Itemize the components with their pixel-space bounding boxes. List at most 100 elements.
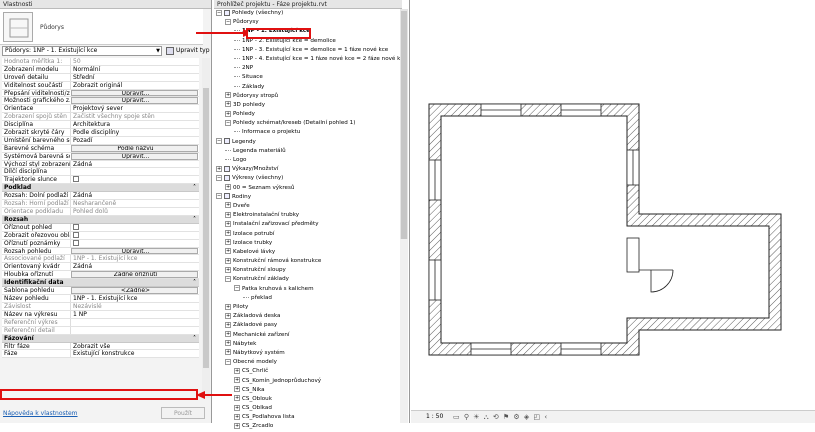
property-edit-button[interactable]: Žádné oříznutí xyxy=(71,271,198,279)
collapse-icon[interactable]: − xyxy=(216,193,222,200)
tree-item[interactable]: + CS_Podlahova lista xyxy=(214,413,402,422)
tree-item[interactable]: + Dveře xyxy=(214,202,402,211)
tree-item[interactable]: + Konstrukční sloupy xyxy=(214,266,402,275)
collapse-icon[interactable]: ˄ xyxy=(193,279,196,286)
property-edit-button[interactable]: Podle názvu xyxy=(71,144,198,152)
tree-item[interactable]: + CS_Zrcadlo xyxy=(214,422,402,431)
property-edit-button[interactable]: Upravit... xyxy=(71,152,198,160)
expand-icon[interactable]: + xyxy=(234,404,240,411)
tree-item[interactable]: 1NP - 4. Existující kce = 1 fáze nové kc… xyxy=(214,55,407,64)
tree-item[interactable]: + Pohledy xyxy=(214,110,402,119)
expand-icon[interactable]: + xyxy=(225,230,231,236)
property-group-header[interactable]: Identifikační data ˄ xyxy=(2,279,199,288)
expand-icon[interactable]: + xyxy=(225,184,231,191)
instance-filter-dropdown[interactable]: Půdorys: 1NP - 1. Existující kce ▼ xyxy=(2,46,162,56)
tree-item[interactable]: +00 = Seznam výkresů xyxy=(214,184,402,193)
expand-icon[interactable]: + xyxy=(216,165,222,172)
property-edit-button[interactable]: Upravit... xyxy=(71,97,198,105)
edit-type-button[interactable]: Upravit typ xyxy=(166,46,210,56)
checkbox[interactable] xyxy=(73,231,79,238)
property-checkbox-cell[interactable] xyxy=(70,231,199,239)
expand-icon[interactable]: + xyxy=(225,239,231,246)
tree-item[interactable]: − Konstrukční základy xyxy=(214,275,402,284)
tree-item[interactable]: − Rodiny xyxy=(214,193,402,202)
property-checkbox-cell[interactable] xyxy=(70,239,199,247)
collapse-icon[interactable]: − xyxy=(216,9,222,16)
tree-item[interactable]: − Pohledy (všechny) xyxy=(214,9,402,18)
tree-item[interactable]: − Pohledy schémat/kreseb (Detailní pohled… xyxy=(214,119,402,128)
tree-item[interactable]: − Legendy xyxy=(214,138,402,147)
collapse-icon[interactable]: ˄ xyxy=(193,216,196,223)
checkbox[interactable] xyxy=(73,239,79,246)
property-edit-button[interactable]: Upravit... xyxy=(71,247,198,255)
property-value[interactable]: Žádná xyxy=(70,263,199,271)
expand-icon[interactable]: + xyxy=(225,211,231,218)
apply-button[interactable]: Použít xyxy=(161,407,205,419)
property-value[interactable]: Projektový sever xyxy=(70,105,199,113)
tree-item[interactable]: + Nábytkový systém xyxy=(214,349,402,358)
property-value[interactable]: Zobrazit vše xyxy=(70,342,199,350)
property-group-header[interactable]: Podklad ˄ xyxy=(2,184,199,193)
property-value[interactable]: Architektura xyxy=(70,121,199,129)
expand-icon[interactable]: + xyxy=(225,340,231,347)
property-checkbox-cell[interactable] xyxy=(70,223,199,231)
collapse-icon[interactable]: − xyxy=(225,18,231,25)
collapse-icon[interactable]: − xyxy=(216,174,222,181)
tree-item[interactable]: překlad xyxy=(214,294,402,303)
tree-item[interactable]: 1NP - 3. Existující kce = demolice = 1 f… xyxy=(214,46,402,55)
property-edit-button[interactable]: Upravit... xyxy=(71,89,198,97)
tree-item[interactable]: Základy xyxy=(214,83,402,92)
property-value[interactable]: Podle disciplíny xyxy=(70,129,199,136)
property-value[interactable]: Zobrazit originál xyxy=(70,81,199,89)
browser-scrollbar[interactable] xyxy=(400,9,408,239)
tree-item[interactable]: + Kabelové lávky xyxy=(214,248,402,257)
collapse-icon[interactable]: − xyxy=(234,285,240,292)
tree-item[interactable]: + CS_Nika xyxy=(214,386,402,395)
property-value[interactable]: Střední xyxy=(70,73,199,81)
tree-item[interactable]: + Nábytek xyxy=(214,340,402,349)
expand-icon[interactable]: + xyxy=(225,349,231,356)
tree-item[interactable]: + Mechanické zařízení xyxy=(214,331,402,340)
tree-item[interactable]: + Půdorysy stropů xyxy=(214,92,402,101)
expand-icon[interactable]: + xyxy=(225,202,231,209)
tree-item[interactable]: + CS_Komín_jednoprůduchový xyxy=(214,377,402,386)
collapse-icon[interactable]: − xyxy=(225,358,231,365)
property-value[interactable]: Žádná xyxy=(70,192,199,200)
expand-icon[interactable]: + xyxy=(234,422,240,429)
checkbox[interactable] xyxy=(73,176,79,183)
expand-icon[interactable]: + xyxy=(225,220,231,227)
property-edit-button[interactable]: <Žádné> xyxy=(71,287,198,295)
expand-icon[interactable]: + xyxy=(225,321,231,328)
collapse-icon[interactable]: − xyxy=(225,275,231,282)
view-scale[interactable]: 1 : 50 xyxy=(426,413,443,420)
tree-item[interactable]: − Půdorysy xyxy=(214,18,402,27)
tree-item[interactable]: + Izolace potrubí xyxy=(214,230,402,239)
tree-item[interactable]: + Konstrukční rámová konstrukce xyxy=(214,257,402,266)
property-group-header[interactable]: Rozsah ˄ xyxy=(2,215,199,224)
tree-item[interactable]: + Základová deska xyxy=(214,312,402,321)
properties-help-link[interactable]: Nápověda k vlastnostem xyxy=(3,410,78,417)
scrollbar-thumb[interactable] xyxy=(203,88,209,368)
tree-item[interactable]: + CS_Chrlič xyxy=(214,367,402,376)
tree-item[interactable]: + Izolace trubky xyxy=(214,239,402,248)
tree-item[interactable]: − Výkresy (všechny) xyxy=(214,174,402,183)
collapse-icon[interactable]: ˄ xyxy=(193,335,196,342)
expand-icon[interactable]: + xyxy=(225,257,231,264)
type-selector[interactable]: Půdorys xyxy=(0,9,203,45)
tree-item[interactable]: + CS_Oblkad xyxy=(214,404,402,413)
tree-item[interactable]: Logo xyxy=(214,156,402,165)
property-value[interactable]: 1 NP xyxy=(70,310,199,318)
expand-icon[interactable]: + xyxy=(225,101,231,108)
expand-icon[interactable]: + xyxy=(225,266,231,273)
expand-icon[interactable]: + xyxy=(225,92,231,99)
checkbox[interactable] xyxy=(73,223,79,230)
expand-icon[interactable]: + xyxy=(225,248,231,255)
expand-icon[interactable]: + xyxy=(225,312,231,319)
tree-item[interactable]: Situace xyxy=(214,73,402,82)
collapse-icon[interactable]: ˄ xyxy=(193,184,196,191)
expand-icon[interactable]: + xyxy=(225,331,231,338)
properties-scrollbar[interactable] xyxy=(202,58,210,398)
tree-item[interactable]: − Obecné modely xyxy=(214,358,402,367)
expand-icon[interactable]: + xyxy=(225,303,231,310)
tree-item[interactable]: − Patka kruhová s kalichem xyxy=(214,285,402,294)
